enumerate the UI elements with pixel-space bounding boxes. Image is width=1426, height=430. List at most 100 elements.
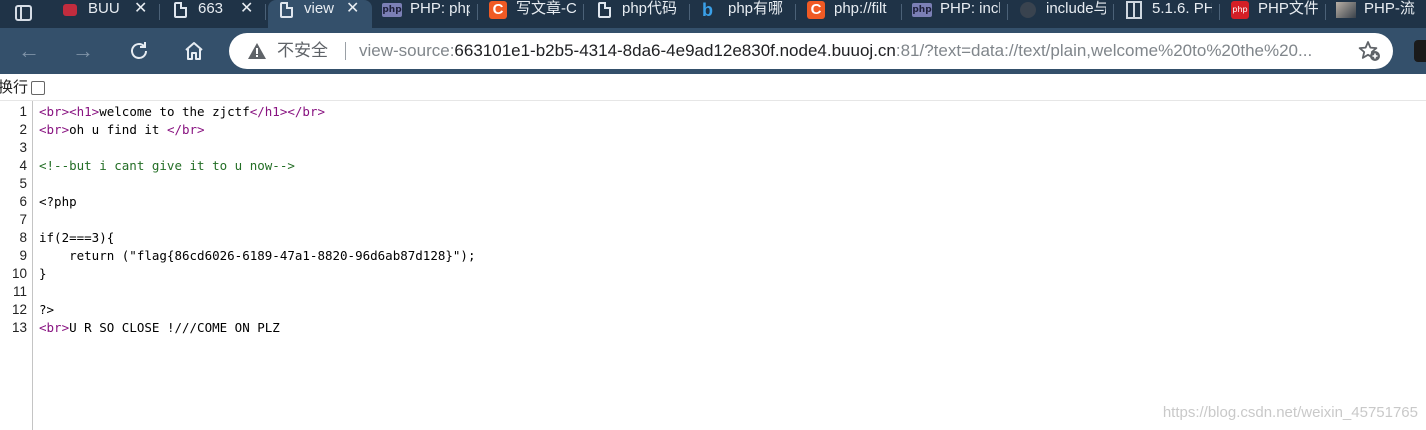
- source-line: 5: [0, 175, 1426, 193]
- source-line: 7: [0, 211, 1426, 229]
- source-text: U R SO CLOSE !///COME ON PLZ: [69, 320, 280, 335]
- tab-title: php://filt: [834, 0, 887, 17]
- url-host: 663101e1-b2b5-4314-8da6-4e9ad12e830f.nod…: [454, 41, 896, 60]
- line-code: <br>U R SO CLOSE !///COME ON PLZ: [39, 319, 280, 337]
- tab-title: php有哪: [728, 0, 784, 17]
- back-button[interactable]: ←: [14, 38, 44, 64]
- tab-title: PHP: incl: [940, 0, 1000, 17]
- line-number[interactable]: 10: [0, 265, 27, 283]
- source-line: 9 return ("flag{86cd6026-6189-47a1-8820-…: [0, 247, 1426, 265]
- browser-tab[interactable]: php代码: [586, 0, 690, 28]
- tab-title: 663: [198, 0, 224, 17]
- line-number[interactable]: 13: [0, 319, 27, 337]
- source-view: 1 <br><h1>welcome to the zjctf</h1></br> 2…: [0, 101, 1426, 430]
- tab-title: PHP文件: [1258, 0, 1318, 17]
- php-icon: php: [912, 3, 932, 17]
- document-icon: [594, 1, 614, 19]
- tab-strip: BUU ✕ 663 ✕ view ✕ php PHP: php C 写文章-C php代码 b php有…: [0, 0, 1426, 28]
- line-number[interactable]: 12: [0, 301, 27, 319]
- url-scheme: view-source:: [359, 41, 455, 60]
- source-text: if(2===3){: [39, 230, 115, 245]
- csdn-icon: C: [488, 1, 508, 19]
- tab-title: include与: [1046, 0, 1106, 17]
- html-tag: <br>: [39, 104, 70, 119]
- browser-tab[interactable]: view ✕: [268, 0, 372, 28]
- reload-icon: [131, 42, 147, 59]
- browser-tab[interactable]: include与: [1010, 0, 1114, 28]
- line-number[interactable]: 8: [0, 229, 27, 247]
- tab-actions-button[interactable]: [0, 0, 52, 28]
- line-number[interactable]: 4: [0, 157, 27, 175]
- line-code: <br><h1>welcome to the zjctf</h1></br>: [39, 103, 325, 121]
- html-comment: <!--but i cant give it to u now-->: [39, 158, 295, 173]
- tab-separator: [1219, 4, 1220, 20]
- source-line: 12 ?>: [0, 301, 1426, 319]
- line-code: if(2===3){: [39, 229, 114, 247]
- browser-tab[interactable]: php PHP: incl: [904, 0, 1008, 28]
- tab-separator: [477, 4, 478, 20]
- browser-tab[interactable]: BUU ✕: [52, 0, 160, 28]
- source-text: oh u find it: [69, 122, 167, 137]
- tab-close-icon[interactable]: ✕: [346, 0, 359, 17]
- document-icon: [276, 1, 296, 19]
- browser-tab[interactable]: PHP-流: [1328, 0, 1426, 28]
- reload-button[interactable]: [124, 38, 154, 64]
- line-number[interactable]: 6: [0, 193, 27, 211]
- source-line: 13 <br>U R SO CLOSE !///COME ON PLZ: [0, 319, 1426, 337]
- line-number[interactable]: 2: [0, 121, 27, 139]
- browser-tab[interactable]: C 写文章-C: [480, 0, 584, 28]
- forward-button[interactable]: →: [68, 38, 98, 64]
- line-number[interactable]: 1: [0, 103, 27, 121]
- line-number[interactable]: 9: [0, 247, 27, 265]
- url-rest: :81/?text=data://text/plain,welcome%20to…: [895, 41, 1313, 60]
- tab-close-icon[interactable]: ✕: [134, 0, 147, 17]
- tab-title: php代码: [622, 0, 678, 17]
- home-button[interactable]: [179, 38, 209, 64]
- tab-title: PHP-流: [1364, 0, 1415, 17]
- csdn-icon: C: [806, 1, 826, 19]
- tab-separator: [1325, 4, 1326, 20]
- browser-tab[interactable]: b php有哪: [692, 0, 796, 28]
- browser-tab[interactable]: 5.1.6. PH: [1116, 0, 1220, 28]
- bookmark-star-icon[interactable]: [1357, 40, 1381, 62]
- line-number[interactable]: 7: [0, 211, 27, 229]
- home-icon: [185, 42, 203, 60]
- document-icon: [170, 1, 190, 19]
- line-wrap-checkbox[interactable]: [31, 81, 45, 95]
- line-code: return ("flag{86cd6026-6189-47a1-8820-96…: [39, 247, 476, 265]
- forward-arrow-icon: →: [72, 38, 94, 63]
- buuctf-icon: [60, 1, 80, 19]
- browser-toolbar: ← → 不安全 view-source:663101e1-b2b5-4314-8…: [0, 28, 1426, 74]
- not-secure-label[interactable]: 不安全: [277, 41, 328, 61]
- line-number[interactable]: 5: [0, 175, 27, 193]
- php-red-icon: php: [1230, 1, 1250, 19]
- browser-tab[interactable]: php PHP: php: [374, 0, 478, 28]
- tab-title: PHP: php: [410, 0, 470, 17]
- warning-icon[interactable]: [247, 41, 267, 61]
- url-text[interactable]: view-source:663101e1-b2b5-4314-8da6-4e9a…: [359, 41, 1349, 61]
- tab-title: BUU: [88, 0, 120, 17]
- html-tag: </br>: [166, 122, 205, 137]
- line-number[interactable]: 3: [0, 139, 27, 157]
- html-tag: </br>: [287, 104, 326, 119]
- source-text: return ("flag{86cd6026-6189-47a1-8820-96…: [39, 248, 476, 263]
- line-number[interactable]: 11: [0, 283, 27, 301]
- source-line: 8 if(2===3){: [0, 229, 1426, 247]
- tab-separator: [583, 4, 584, 20]
- source-text: welcome to the zjctf: [99, 104, 250, 119]
- source-line: 4 <!--but i cant give it to u now-->: [0, 157, 1426, 175]
- browser-tab[interactable]: php PHP文件: [1222, 0, 1326, 28]
- avatar-icon: [1336, 1, 1356, 19]
- source-line: 11: [0, 283, 1426, 301]
- tab-close-icon[interactable]: ✕: [240, 0, 253, 17]
- html-tag: <br>: [39, 320, 70, 335]
- php-icon: php: [382, 3, 402, 17]
- address-bar[interactable]: 不安全 view-source:663101e1-b2b5-4314-8da6-…: [229, 33, 1393, 69]
- back-arrow-icon: ←: [18, 38, 40, 63]
- line-code: <?php: [39, 193, 77, 211]
- tab-separator: [1007, 4, 1008, 20]
- profile-icon[interactable]: [1414, 40, 1426, 62]
- browser-tab[interactable]: Cphp://filt: [798, 0, 902, 28]
- source-line: 6 <?php: [0, 193, 1426, 211]
- browser-tab[interactable]: 663 ✕: [162, 0, 266, 28]
